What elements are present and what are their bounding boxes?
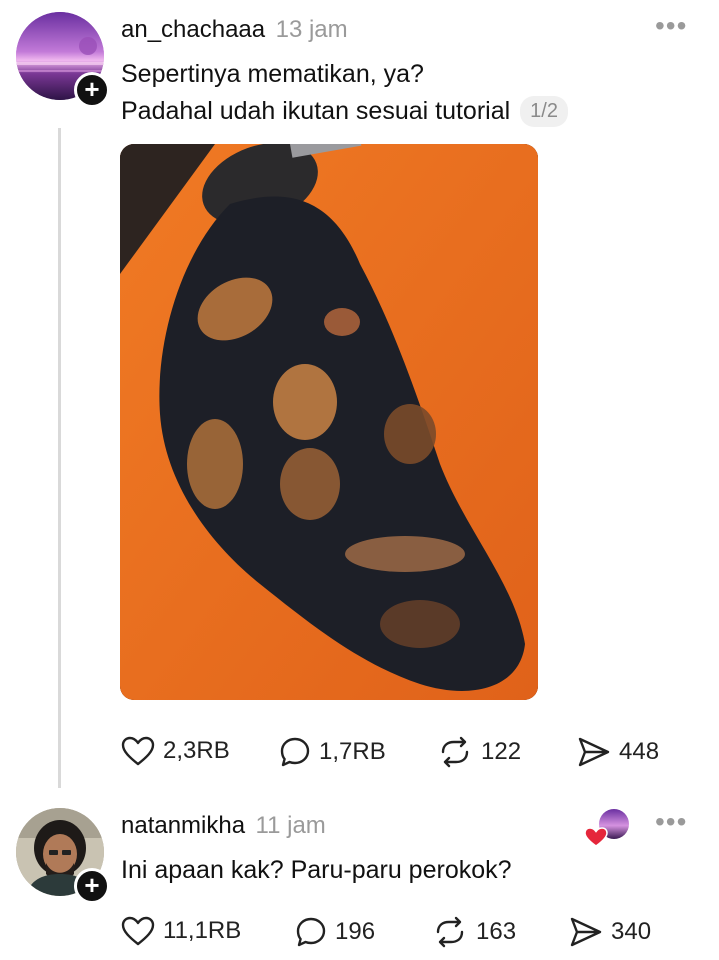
repost-count: 122 <box>481 738 522 765</box>
heart-icon <box>121 736 155 766</box>
author-liked-badge <box>584 808 632 848</box>
repost-icon <box>441 736 469 768</box>
repost-button[interactable]: 163 <box>432 916 516 948</box>
post-time: 13 jam <box>275 16 348 43</box>
reply-username[interactable]: natanmikha <box>121 812 245 839</box>
reply-time: 11 jam <box>255 812 326 839</box>
share-button[interactable]: 448 <box>577 736 659 768</box>
like-button[interactable]: 2,3RB <box>121 736 230 766</box>
repost-button[interactable]: 122 <box>437 736 521 768</box>
repost-icon <box>436 916 464 948</box>
comment-count: 1,7RB <box>319 738 386 765</box>
post-text-line-2: Padahal udah ikutan sesuai tutorial <box>121 97 511 125</box>
comment-button[interactable]: 196 <box>295 916 375 948</box>
image-counter: 1/2 <box>520 96 568 127</box>
comment-button[interactable]: 1,7RB <box>279 736 386 768</box>
share-icon <box>570 917 602 947</box>
heart-icon <box>121 916 155 946</box>
repost-count: 163 <box>476 918 517 945</box>
post-photo[interactable] <box>120 144 538 700</box>
more-icon[interactable]: ••• <box>655 806 687 838</box>
like-button[interactable]: 11,1RB <box>121 916 241 946</box>
share-count: 340 <box>611 918 652 945</box>
share-button[interactable]: 340 <box>569 916 651 948</box>
thread-line <box>58 128 61 788</box>
comment-icon <box>280 737 310 767</box>
comment-count: 196 <box>335 918 376 945</box>
like-count: 2,3RB <box>163 737 230 764</box>
heart-icon <box>584 827 608 847</box>
follow-plus-icon[interactable]: + <box>74 72 110 108</box>
comment-icon <box>296 917 326 947</box>
like-count: 11,1RB <box>163 917 242 944</box>
burnt-food-photo <box>120 144 538 700</box>
share-icon <box>578 737 610 767</box>
post-username[interactable]: an_chachaaa <box>121 16 265 43</box>
post-text-line-1: Sepertinya mematikan, ya? <box>121 60 424 88</box>
reply-text: Ini apaan kak? Paru-paru perokok? <box>121 856 512 884</box>
follow-plus-icon[interactable]: + <box>74 868 110 904</box>
share-count: 448 <box>619 738 660 765</box>
more-icon[interactable]: ••• <box>655 10 687 42</box>
